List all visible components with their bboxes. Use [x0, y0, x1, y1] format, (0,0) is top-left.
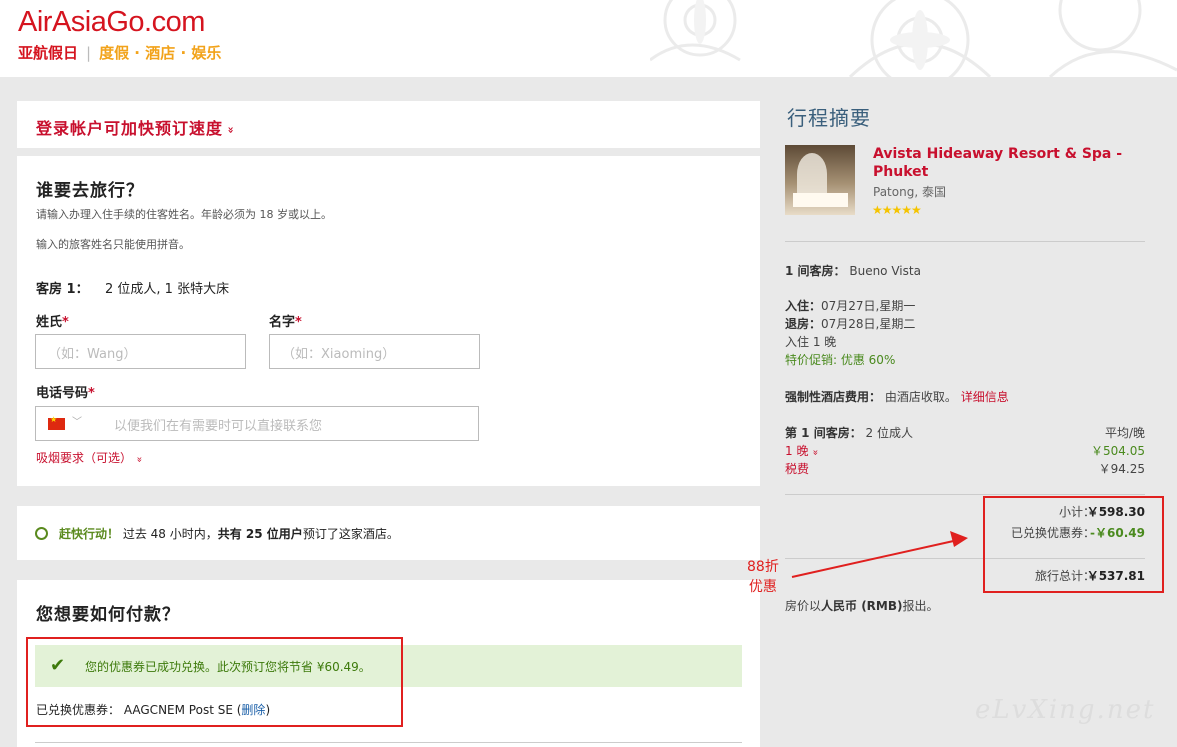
annotation-note: 88折 优惠: [747, 557, 779, 597]
annotation-line1: 88折: [747, 559, 779, 575]
watermark: eLvXing.net: [975, 695, 1156, 725]
annotation-arrow: [791, 531, 968, 578]
annotation-line2: 优惠: [748, 579, 777, 595]
